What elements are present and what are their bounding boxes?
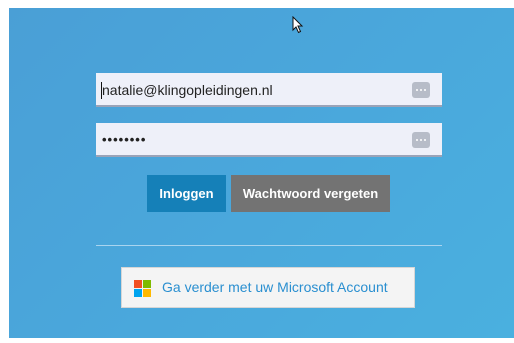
more-horizontal-icon[interactable] bbox=[412, 132, 430, 148]
password-value: •••••••• bbox=[102, 132, 147, 147]
mouse-pointer-icon bbox=[292, 16, 304, 34]
email-value: natalie@klingopleidingen.nl bbox=[102, 82, 273, 98]
microsoft-login-label: Ga verder met uw Microsoft Account bbox=[162, 279, 388, 295]
microsoft-logo-icon bbox=[134, 280, 151, 297]
divider bbox=[96, 245, 442, 246]
more-horizontal-icon[interactable] bbox=[412, 82, 430, 98]
password-field[interactable]: •••••••• bbox=[96, 123, 442, 157]
forgot-password-button[interactable]: Wachtwoord vergeten bbox=[231, 175, 390, 212]
microsoft-login-button[interactable]: Ga verder met uw Microsoft Account bbox=[121, 267, 415, 308]
email-field[interactable]: natalie@klingopleidingen.nl bbox=[96, 73, 442, 107]
login-button[interactable]: Inloggen bbox=[147, 175, 226, 212]
